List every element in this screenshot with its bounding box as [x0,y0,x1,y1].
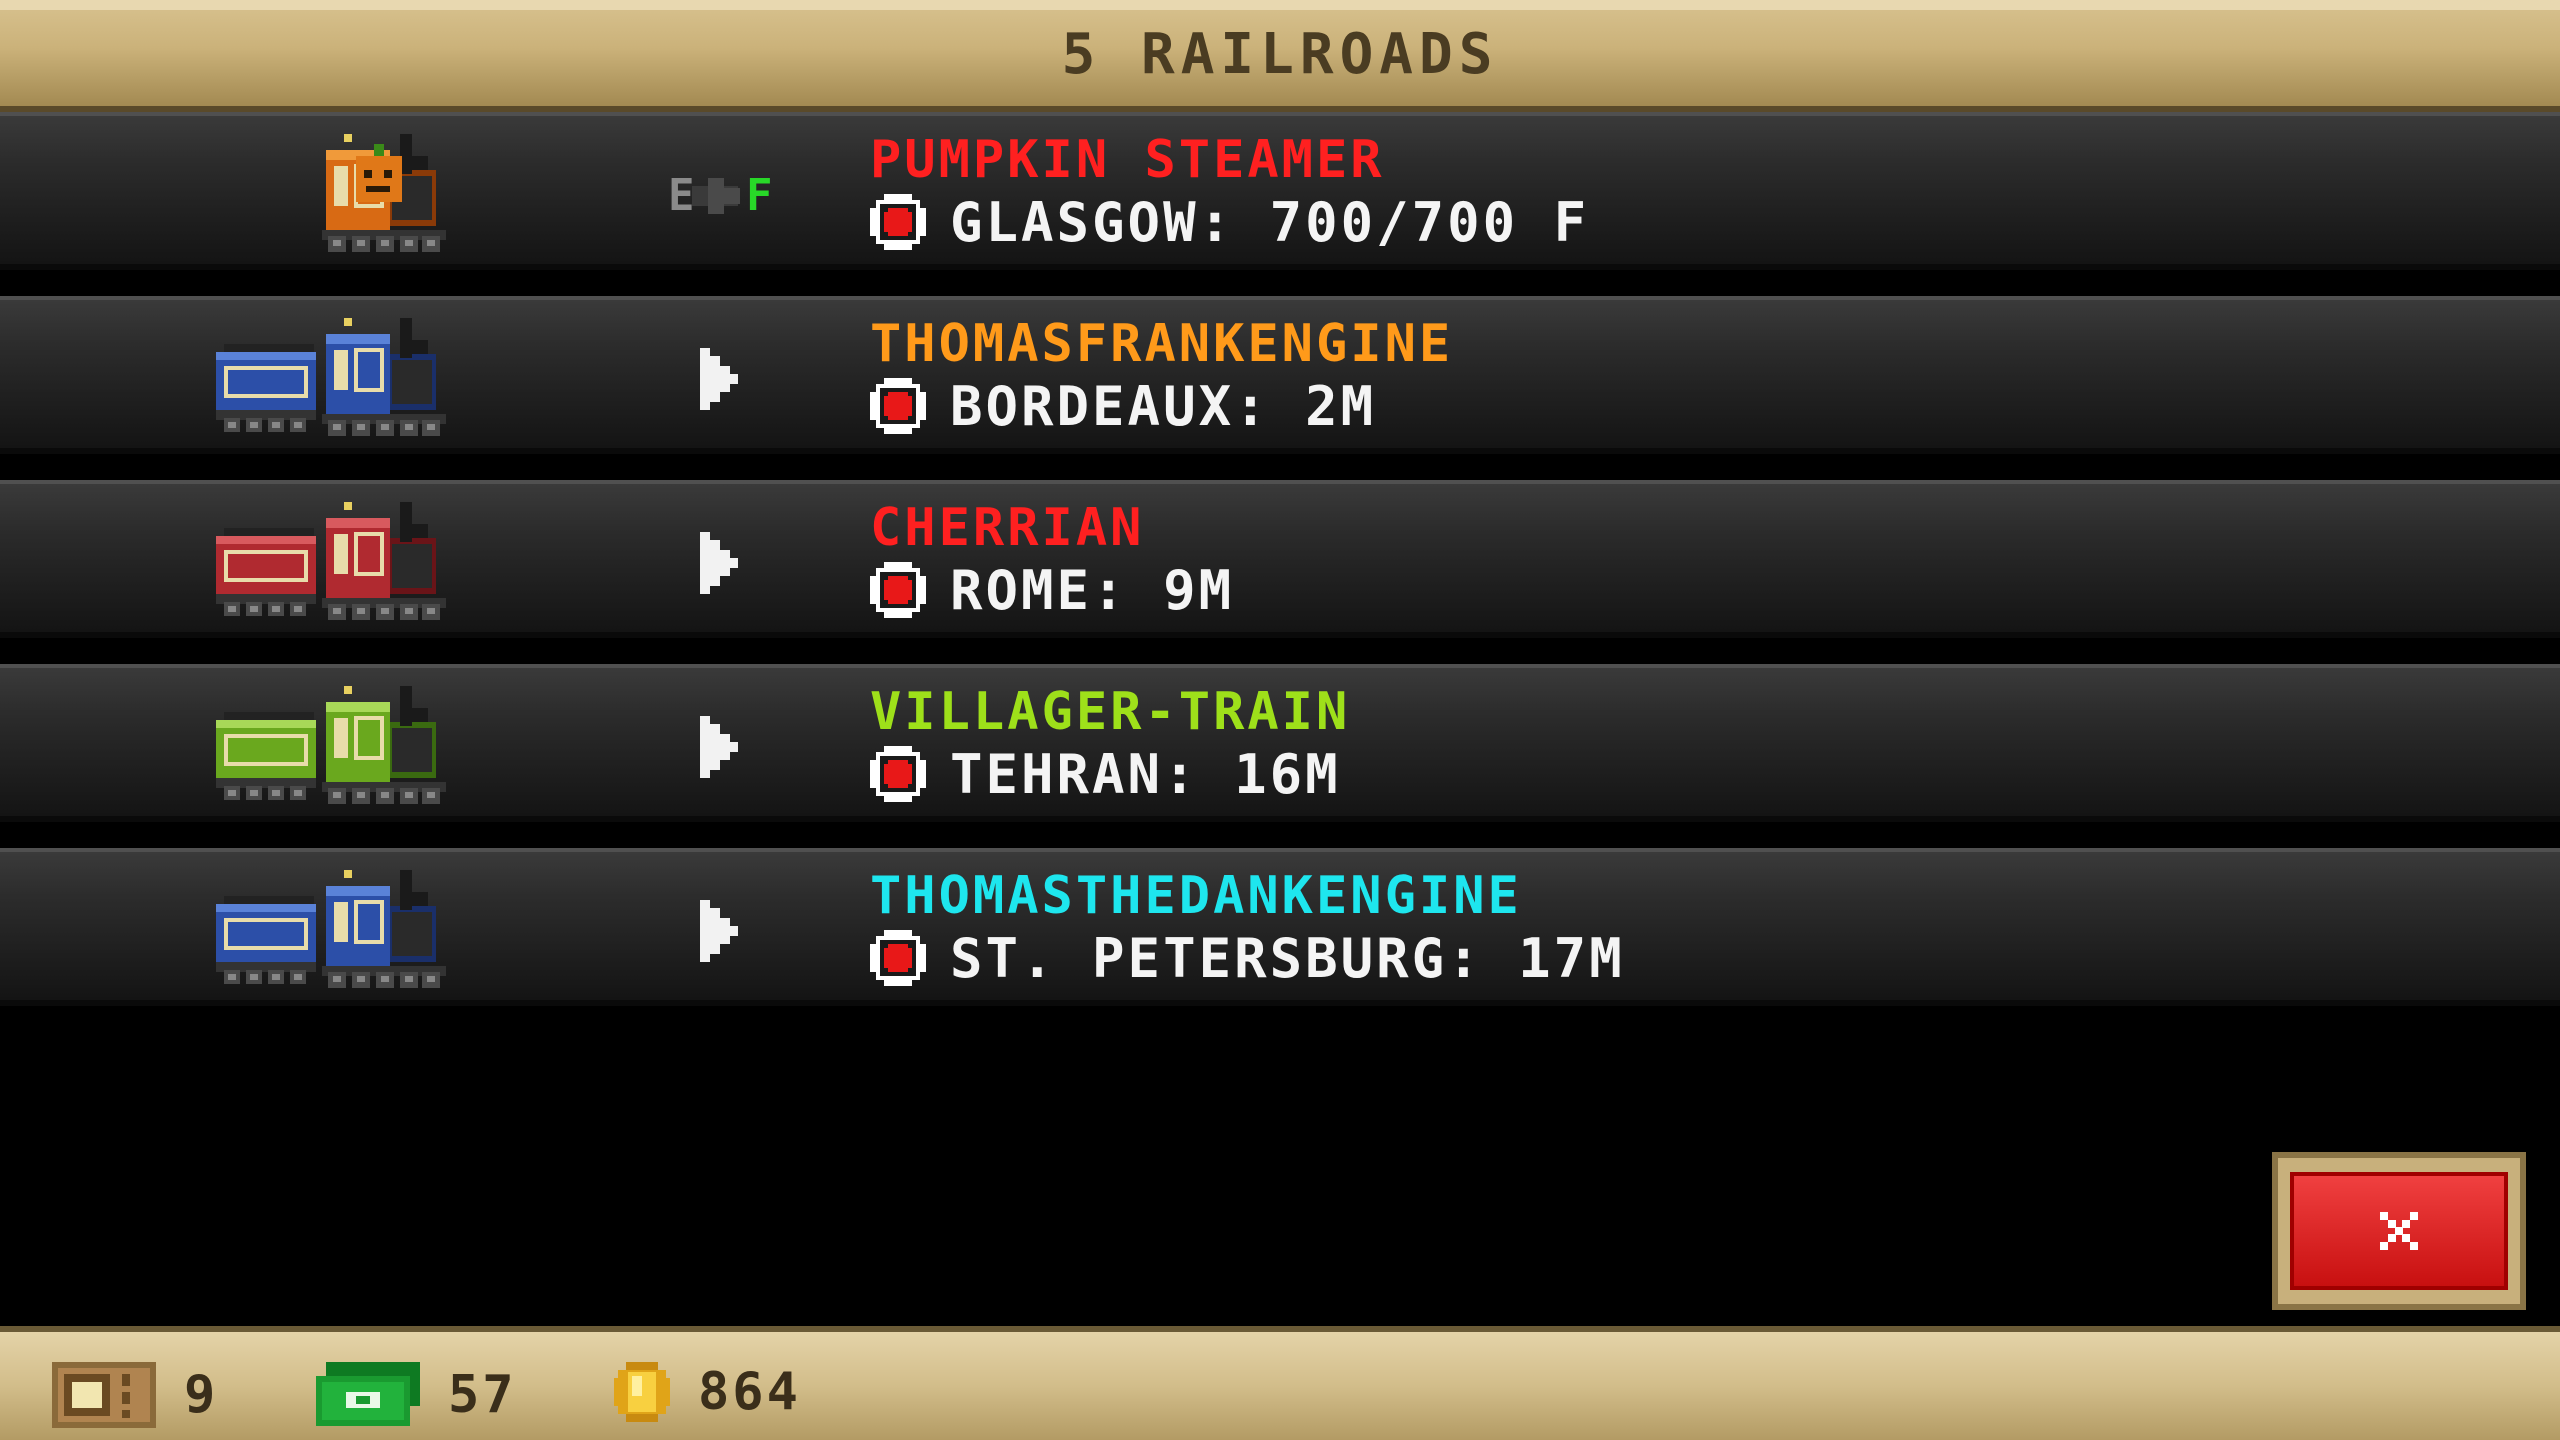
destination-pin-icon [870,746,926,802]
train-sprite [216,866,566,996]
close-x-icon [2380,1212,2418,1250]
play-arrow-icon[interactable] [700,532,740,594]
destination: ST. PETERSBURG: 17M [870,926,1625,990]
railroad-row[interactable]: VILLAGER-TRAIN TEHRAN: 16M [0,664,2560,822]
destination-pin-icon [870,378,926,434]
tickets-stat[interactable]: 9 [52,1362,218,1428]
play-arrow-icon[interactable] [700,716,740,778]
cash-count: 57 [448,1365,517,1425]
train-sprite [216,682,566,812]
railroad-row[interactable]: THOMASTHEDANKENGINE ST. PETERSBURG: 17M [0,848,2560,1006]
train-name: THOMASTHEDANKENGINE [870,866,1522,926]
destination: ROME: 9M [870,558,1235,622]
destination-text: ST. PETERSBURG: 17M [950,926,1625,990]
railroad-row[interactable]: THOMASFRANKENGINE BORDEAUX: 2M [0,296,2560,454]
destination-text: TEHRAN: 16M [950,742,1341,806]
fuel-empty-label: E [668,170,695,221]
train-sprite [216,498,566,628]
train-name: THOMASFRANKENGINE [870,314,1454,374]
coins-stat[interactable]: 864 [614,1362,801,1422]
close-button-face[interactable] [2290,1172,2508,1290]
fuel-gauge: EF [668,168,778,224]
destination-pin-icon [870,562,926,618]
cash-stat[interactable]: 57 [316,1362,517,1428]
destination-text: BORDEAUX: 2M [950,374,1377,438]
coin-icon [614,1362,670,1422]
coins-count: 864 [698,1362,801,1422]
train-sprite [216,130,566,260]
top-bar: 5 RAILROADS [0,0,2560,112]
destination-pin-icon [870,194,926,250]
destination: TEHRAN: 16M [870,742,1341,806]
destination: BORDEAUX: 2M [870,374,1377,438]
train-name: VILLAGER-TRAIN [870,682,1351,742]
railroad-row[interactable]: E F PUMPKIN STEAMER GLASGOW: 700/700 F [0,112,2560,270]
fuel-full-label: F [746,170,773,221]
destination-text: GLASGOW: 700/700 F [950,190,1590,254]
tickets-count: 9 [184,1365,219,1425]
destination-pin-icon [870,930,926,986]
train-name: CHERRIAN [870,498,1145,558]
destination: GLASGOW: 700/700 F [870,190,1590,254]
cash-icon [316,1362,420,1426]
train-sprite [216,314,566,444]
ticket-icon [52,1362,156,1428]
train-name: PUMPKIN STEAMER [870,130,1385,190]
railroad-row[interactable]: CHERRIAN ROME: 9M [0,480,2560,638]
play-arrow-icon[interactable] [700,900,740,962]
page-title: 5 RAILROADS [1061,22,1499,87]
play-arrow-icon[interactable] [700,348,740,410]
close-button[interactable] [2272,1152,2526,1310]
bottom-bar: 9 57 864 [0,1326,2560,1440]
destination-text: ROME: 9M [950,558,1235,622]
railroad-list: E F PUMPKIN STEAMER GLASGOW: 700/700 F THOMA… [0,112,2560,1032]
